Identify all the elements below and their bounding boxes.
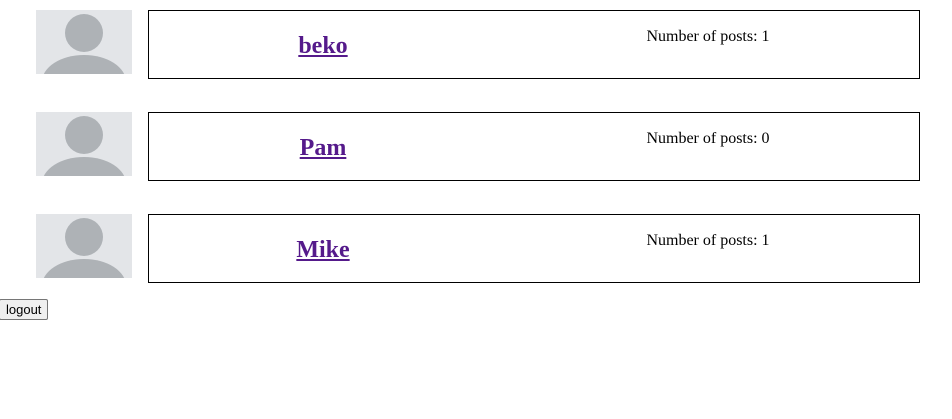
username-link[interactable]: beko <box>249 31 397 61</box>
post-count: Number of posts: 1 <box>646 28 770 45</box>
avatar <box>36 10 132 74</box>
user-row: Pam Number of posts: 0 <box>0 112 952 182</box>
user-card: Mike Number of posts: 1 <box>148 214 920 283</box>
default-user-icon <box>43 218 125 278</box>
default-user-icon <box>43 14 125 74</box>
avatar <box>36 112 132 176</box>
default-user-icon <box>43 116 125 176</box>
user-row: beko Number of posts: 1 <box>0 10 952 80</box>
user-card: Pam Number of posts: 0 <box>148 112 920 181</box>
avatar <box>36 214 132 278</box>
user-card: beko Number of posts: 1 <box>148 10 920 79</box>
user-row: Mike Number of posts: 1 <box>0 214 952 284</box>
logout-button[interactable]: logout <box>0 299 49 320</box>
username-link[interactable]: Mike <box>249 235 397 265</box>
username-link[interactable]: Pam <box>249 133 397 163</box>
post-count: Number of posts: 1 <box>646 232 770 249</box>
post-count: Number of posts: 0 <box>646 130 770 147</box>
